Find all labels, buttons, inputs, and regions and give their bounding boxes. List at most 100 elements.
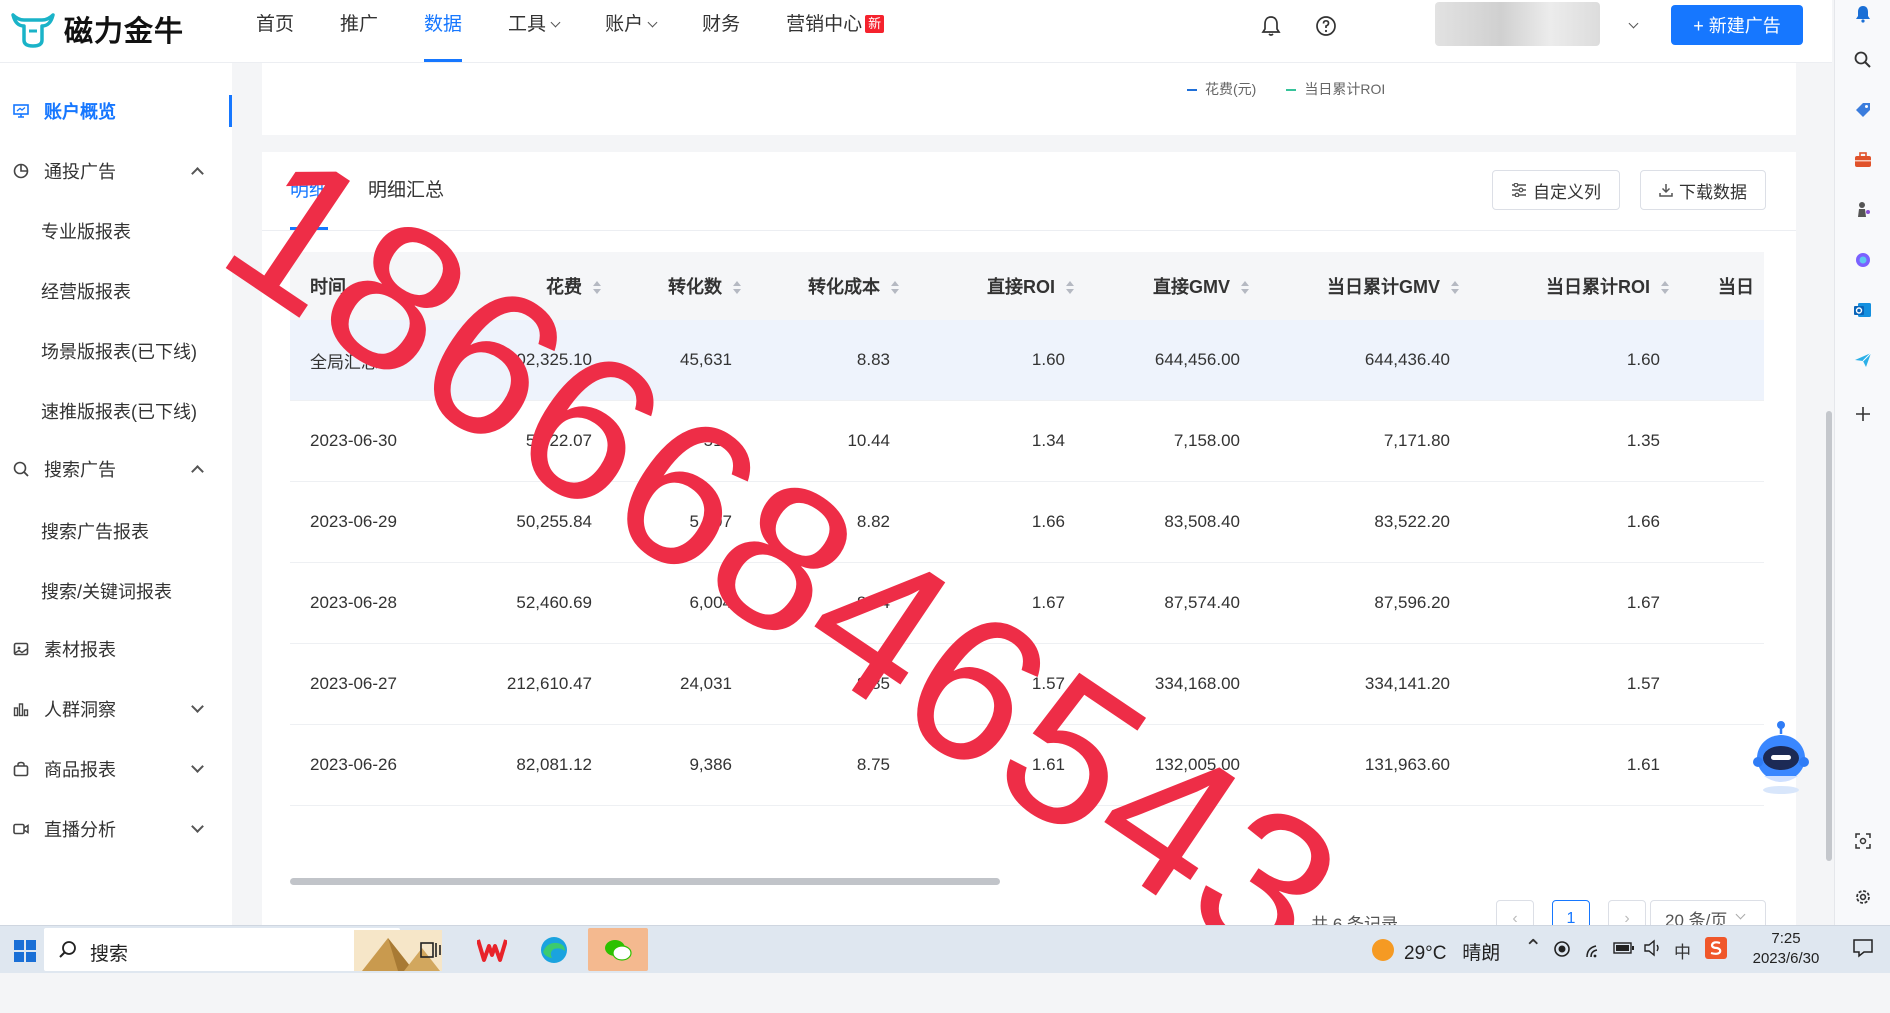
tab-detail-summary[interactable]: 明细汇总 bbox=[368, 152, 444, 230]
table-horizontal-scrollbar[interactable] bbox=[290, 878, 1764, 886]
sort-icon[interactable] bbox=[1660, 280, 1670, 296]
user-account-area[interactable] bbox=[1435, 2, 1600, 46]
col-header-daily-roi[interactable]: 当日累计ROI bbox=[1474, 252, 1684, 320]
tab-detail[interactable]: 明细 bbox=[290, 152, 329, 230]
scrollbar-thumb[interactable] bbox=[290, 878, 1000, 885]
nav-marketing[interactable]: 营销中心新 bbox=[786, 0, 885, 62]
nav-home[interactable]: 首页 bbox=[256, 0, 294, 62]
nav-data-label: 数据 bbox=[424, 14, 463, 35]
sidebar-item-quick-report[interactable]: 速推版报表(已下线) bbox=[41, 398, 197, 424]
tray-expand-icon[interactable]: ⌃ bbox=[1524, 935, 1542, 961]
volume-icon[interactable] bbox=[1643, 939, 1663, 957]
col-header-time: 时间 bbox=[290, 252, 448, 320]
cell-value: 7,171.80 bbox=[1383, 431, 1450, 450]
system-clock[interactable]: 7:25 2023/6/30 bbox=[1746, 929, 1826, 969]
toolbox-icon[interactable] bbox=[1849, 146, 1877, 174]
sort-icon[interactable] bbox=[1240, 280, 1250, 296]
chevron-down-icon[interactable] bbox=[1628, 18, 1639, 29]
wifi-icon[interactable] bbox=[1585, 940, 1605, 958]
table-row: 2023-06-30 5,322.07 510 10.44 1.34 7,158.00 7,… bbox=[290, 400, 1764, 482]
scrollbar-thumb[interactable] bbox=[1826, 411, 1832, 861]
sidebar-item-business-report[interactable]: 经营版报表 bbox=[41, 278, 131, 304]
sidebar-item-audience-insight[interactable]: 人群洞察 bbox=[0, 689, 232, 729]
cell-value: 9,386 bbox=[689, 755, 732, 774]
wechat-app-icon[interactable] bbox=[588, 928, 648, 971]
sort-icon[interactable] bbox=[732, 280, 742, 296]
legend-item-roi[interactable]: 当日累计ROI bbox=[1286, 79, 1385, 99]
sort-icon[interactable] bbox=[1450, 280, 1460, 296]
send-icon[interactable] bbox=[1849, 346, 1877, 374]
screenshot-icon[interactable] bbox=[1849, 827, 1877, 855]
sidebar-item-search-ad-report[interactable]: 搜索广告报表 bbox=[41, 518, 149, 544]
cell-value: 1.67 bbox=[1626, 593, 1660, 612]
add-icon[interactable] bbox=[1849, 400, 1877, 428]
nav-tools[interactable]: 工具 bbox=[508, 0, 561, 62]
sort-icon[interactable] bbox=[890, 280, 900, 296]
wps-app-icon[interactable] bbox=[472, 930, 512, 970]
sidebar-item-general-ads[interactable]: 通投广告 bbox=[0, 151, 232, 191]
sort-icon[interactable] bbox=[592, 280, 602, 296]
cell-value: 1.66 bbox=[1626, 512, 1660, 531]
taskbar-search-box[interactable]: 搜索 bbox=[44, 928, 442, 971]
battery-icon[interactable] bbox=[1613, 941, 1635, 955]
sogou-ime-icon[interactable] bbox=[1705, 937, 1727, 959]
nav-finance[interactable]: 财务 bbox=[702, 0, 740, 62]
copilot-icon[interactable] bbox=[1849, 246, 1877, 274]
assistant-robot-icon[interactable] bbox=[1750, 718, 1812, 798]
ime-indicator[interactable]: 中 bbox=[1674, 938, 1691, 963]
task-view-icon[interactable] bbox=[412, 930, 452, 970]
nav-tools-label: 工具 bbox=[508, 14, 547, 35]
cell-value: 334,141.20 bbox=[1364, 674, 1450, 693]
nav-promote[interactable]: 推广 bbox=[340, 0, 378, 62]
tag-icon[interactable] bbox=[1849, 96, 1877, 124]
col-header-label: 时间 bbox=[310, 277, 346, 297]
clock-date: 2023/6/30 bbox=[1752, 950, 1820, 967]
col-header-daily-more[interactable]: 当日 bbox=[1684, 252, 1764, 320]
settings-gear-icon[interactable] bbox=[1849, 883, 1877, 911]
sort-icon[interactable] bbox=[1065, 280, 1075, 296]
record-icon[interactable] bbox=[1553, 940, 1571, 958]
sidebar-item-account-overview[interactable]: 账户概览 bbox=[0, 91, 232, 131]
nav-account[interactable]: 账户 bbox=[605, 0, 658, 62]
col-header-label: 直接GMV bbox=[1152, 277, 1230, 297]
weather-temp[interactable]: 29°C 晴朗 bbox=[1404, 938, 1500, 965]
col-header-direct-gmv[interactable]: 直接GMV bbox=[1089, 252, 1264, 320]
table-cell: 3 bbox=[616, 805, 756, 812]
nav-data[interactable]: 数据 bbox=[424, 0, 463, 62]
outlook-icon[interactable] bbox=[1849, 296, 1877, 324]
sidebar-item-scene-report[interactable]: 场景版报表(已下线) bbox=[41, 338, 197, 364]
col-header-conversions[interactable]: 转化数 bbox=[616, 252, 756, 320]
sidebar-item-material-report[interactable]: 素材报表 bbox=[0, 629, 232, 669]
custom-columns-button[interactable]: 自定义列 bbox=[1492, 170, 1620, 210]
sidebar-item-pro-report[interactable]: 专业版报表 bbox=[41, 218, 131, 244]
cell-value: 1.57 bbox=[1626, 674, 1660, 693]
legend-item-spend[interactable]: 花费(元) bbox=[1187, 79, 1256, 99]
table-cell: 334,141.20 bbox=[1264, 643, 1474, 725]
col-header-direct-roi[interactable]: 直接ROI bbox=[914, 252, 1089, 320]
sidebar-item-live-analysis[interactable]: 直播分析 bbox=[0, 809, 232, 849]
sidebar-item-keyword-report[interactable]: 搜索/关键词报表 bbox=[41, 578, 172, 604]
bull-logo-icon bbox=[11, 13, 55, 48]
help-icon[interactable] bbox=[1313, 13, 1339, 39]
search-icon[interactable] bbox=[1849, 46, 1877, 74]
sidebar-item-product-report[interactable]: 商品报表 bbox=[0, 749, 232, 789]
pie-chart-icon bbox=[12, 162, 30, 180]
new-ad-button[interactable]: + 新建广告 bbox=[1671, 5, 1803, 45]
sidebar-item-search-ads[interactable]: 搜索广告 bbox=[0, 449, 232, 489]
notification-center-icon[interactable] bbox=[1852, 938, 1874, 958]
col-header-conversion-cost[interactable]: 转化成本 bbox=[756, 252, 914, 320]
chart-card: 花费(元) 当日累计ROI bbox=[262, 63, 1796, 135]
edge-browser-icon[interactable] bbox=[534, 930, 574, 970]
page-vertical-scrollbar[interactable] bbox=[1826, 63, 1832, 925]
sidebar: 账户概览 通投广告 专业版报表 经营版报表 场景版报表(已下线) 速推版报表(已… bbox=[0, 63, 232, 925]
download-data-button[interactable]: 下载数据 bbox=[1640, 170, 1766, 210]
col-header-daily-gmv[interactable]: 当日累计GMV bbox=[1264, 252, 1474, 320]
col-header-spend[interactable]: 花费 bbox=[448, 252, 616, 320]
notification-bell-icon[interactable] bbox=[1849, 0, 1877, 28]
chess-icon[interactable] bbox=[1849, 196, 1877, 224]
bell-icon[interactable] bbox=[1258, 13, 1284, 39]
windows-start-icon[interactable] bbox=[14, 940, 36, 962]
nav-home-label: 首页 bbox=[256, 14, 295, 35]
brand-logo[interactable]: 磁力金牛 bbox=[10, 8, 184, 50]
cell-value: 2023-06-26 bbox=[310, 755, 397, 774]
